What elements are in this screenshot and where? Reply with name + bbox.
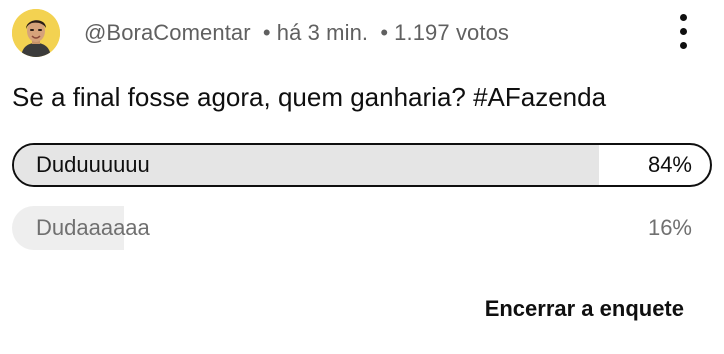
poll-option-1-percent: 84% bbox=[647, 152, 692, 177]
poll-option-2[interactable]: Dudaaaaaa 16% bbox=[12, 206, 712, 250]
meta-separator: • bbox=[380, 20, 389, 45]
meta-separator: • bbox=[262, 20, 271, 45]
post-meta: @BoraComentar • há 3 min. • 1.197 votos bbox=[84, 20, 509, 46]
poll-option-2-percent: 16% bbox=[647, 215, 692, 240]
poll-option-1-label: Duduuuuuu bbox=[36, 152, 150, 177]
poll-option-1[interactable]: Duduuuuuu 84% bbox=[12, 143, 712, 187]
more-vertical-icon[interactable] bbox=[674, 14, 694, 50]
post-header: @BoraComentar • há 3 min. • 1.197 votos bbox=[12, 9, 509, 57]
end-poll-button[interactable]: Encerrar a enquete bbox=[485, 296, 684, 322]
post-time: há 3 min. bbox=[276, 20, 369, 45]
avatar-image bbox=[12, 9, 60, 57]
poll-question: Se a final fosse agora, quem ganharia? #… bbox=[12, 82, 607, 112]
poll-option-2-label: Dudaaaaaa bbox=[36, 215, 150, 240]
avatar[interactable] bbox=[12, 9, 60, 57]
poll-post-card: @BoraComentar • há 3 min. • 1.197 votos Se… bbox=[0, 0, 724, 354]
vote-count: 1.197 votos bbox=[394, 20, 510, 45]
author-handle[interactable]: @BoraComentar bbox=[84, 20, 251, 45]
